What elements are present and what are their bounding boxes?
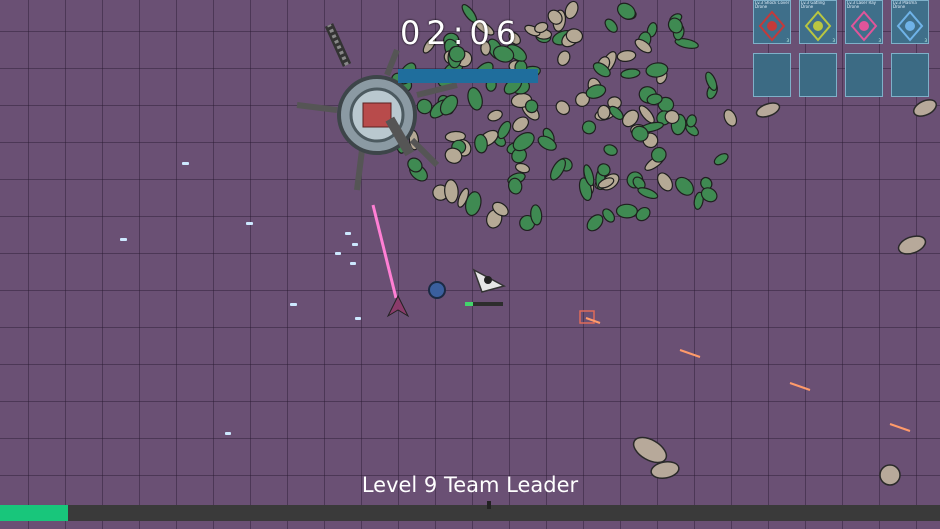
drone-slot[interactable]: Lv.3 Plasma Drone 3	[891, 0, 929, 44]
crawler-enemy	[557, 50, 571, 67]
bug-enemy	[467, 87, 483, 111]
laser-ray-drone	[386, 294, 410, 318]
laser-beam	[371, 204, 398, 299]
drone-slot-level: 3	[924, 38, 927, 43]
crawler-enemy	[487, 109, 503, 122]
drone-slot-label: Lv.3 Laser Ray Drone	[847, 1, 877, 9]
bug-enemy	[616, 2, 636, 20]
drone-slot[interactable]: Lv.3 Shock Cover Drone 3	[753, 0, 791, 44]
drone-slot-label: Lv.3 Plasma Drone	[893, 1, 917, 9]
crawler-enemy	[555, 100, 571, 116]
plasma-drone-icon	[896, 10, 924, 42]
drone-slot-empty[interactable]	[799, 53, 837, 97]
bug-enemy	[637, 187, 659, 200]
bug-enemy	[675, 176, 694, 196]
bug-enemy	[705, 71, 718, 91]
bug-enemy	[497, 120, 512, 140]
enemy-shots	[585, 317, 911, 432]
laser-ray-drone-icon	[850, 10, 878, 42]
xp-bar	[0, 501, 940, 521]
drone-slot-label: Lv.3 Gatling Drone	[801, 1, 825, 9]
drone-slot[interactable]: Lv.3 Laser Ray Drone 3	[845, 0, 883, 44]
drone-inventory: Lv.3 Shock Cover Drone 3 Lv.3 Gatling Dron…	[753, 0, 937, 100]
bug-enemy	[581, 120, 597, 135]
bug-enemy	[604, 18, 618, 33]
crawler-enemy	[723, 109, 738, 127]
drone-slot-label: Lv.3 Shock Cover Drone	[755, 1, 790, 9]
drone-slot-level: 3	[786, 38, 789, 43]
player-ship	[472, 268, 507, 293]
drone-slot[interactable]: Lv.3 Gatling Drone 3	[799, 0, 837, 44]
target-marker	[579, 310, 595, 324]
drone-slot-level: 3	[832, 38, 835, 43]
level-title: Level 9 Team Leader	[361, 473, 579, 497]
stray-enemies	[632, 99, 938, 486]
bug-enemy	[620, 68, 641, 79]
crawler-enemy	[616, 50, 637, 62]
crawler-enemy	[514, 162, 531, 174]
xp-bar-fill	[0, 505, 68, 521]
crawler-enemy	[597, 104, 611, 120]
bug-enemy	[603, 144, 618, 156]
shock-cover-drone-icon	[758, 10, 786, 42]
projectiles	[120, 162, 361, 435]
drone-slot-empty[interactable]	[891, 53, 929, 97]
bug-enemy	[713, 153, 729, 166]
crawler-enemy	[657, 172, 673, 192]
drone-slot-level: 3	[878, 38, 881, 43]
plasma-drone	[428, 281, 446, 299]
boss-health-fill	[398, 69, 538, 83]
crawler-enemy	[444, 179, 459, 204]
drone-slot-empty[interactable]	[845, 53, 883, 97]
boss-health-bar	[398, 69, 538, 83]
gatling-drone-icon	[804, 10, 832, 42]
round-timer: 02:06	[400, 14, 523, 52]
xp-bar-marker	[487, 501, 491, 509]
crawler-enemy	[638, 105, 655, 124]
bug-enemy	[615, 203, 638, 219]
drone-slot-empty[interactable]	[753, 53, 791, 97]
